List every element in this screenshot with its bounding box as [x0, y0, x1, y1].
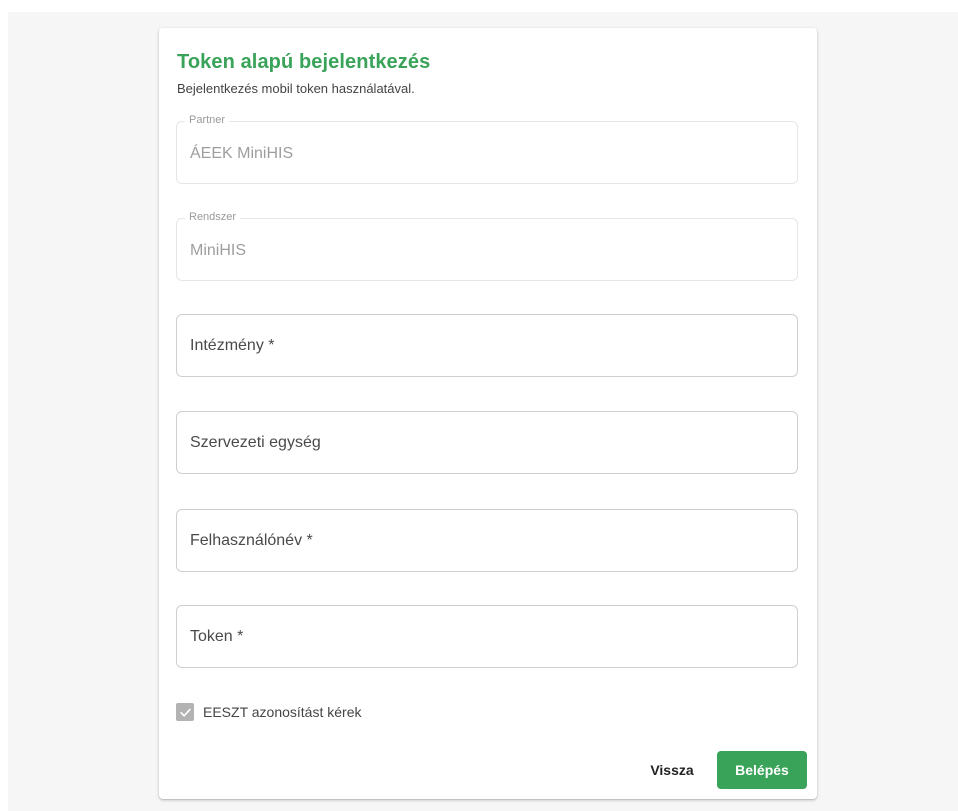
username-input[interactable] — [190, 530, 780, 552]
token-input[interactable] — [190, 626, 780, 648]
partner-value: ÁEEK MiniHIS — [190, 145, 294, 162]
institution-field[interactable] — [176, 314, 798, 377]
back-button[interactable]: Vissza — [637, 753, 707, 787]
eeszt-checkbox[interactable] — [176, 703, 194, 721]
eeszt-checkbox-label: EESZT azonosítást kérek — [203, 704, 362, 720]
login-button[interactable]: Belépés — [717, 751, 807, 789]
page-subtitle: Bejelentkezés mobil token használatával. — [177, 81, 415, 96]
eeszt-checkbox-row[interactable]: EESZT azonosítást kérek — [176, 703, 361, 721]
institution-input[interactable] — [190, 335, 780, 357]
login-card: Token alapú bejelentkezés Bejelentkezés … — [159, 28, 817, 799]
token-field[interactable] — [176, 605, 798, 668]
unit-input[interactable] — [190, 432, 780, 454]
partner-label: Partner — [185, 114, 230, 126]
system-label: Rendszer — [185, 211, 241, 223]
username-field[interactable] — [176, 509, 798, 572]
unit-field[interactable] — [176, 411, 798, 474]
system-value: MiniHIS — [190, 242, 247, 259]
check-icon — [179, 708, 191, 717]
system-field: Rendszer MiniHIS — [176, 211, 798, 281]
page-title: Token alapú bejelentkezés — [177, 51, 431, 73]
partner-field: Partner ÁEEK MiniHIS — [176, 114, 798, 184]
